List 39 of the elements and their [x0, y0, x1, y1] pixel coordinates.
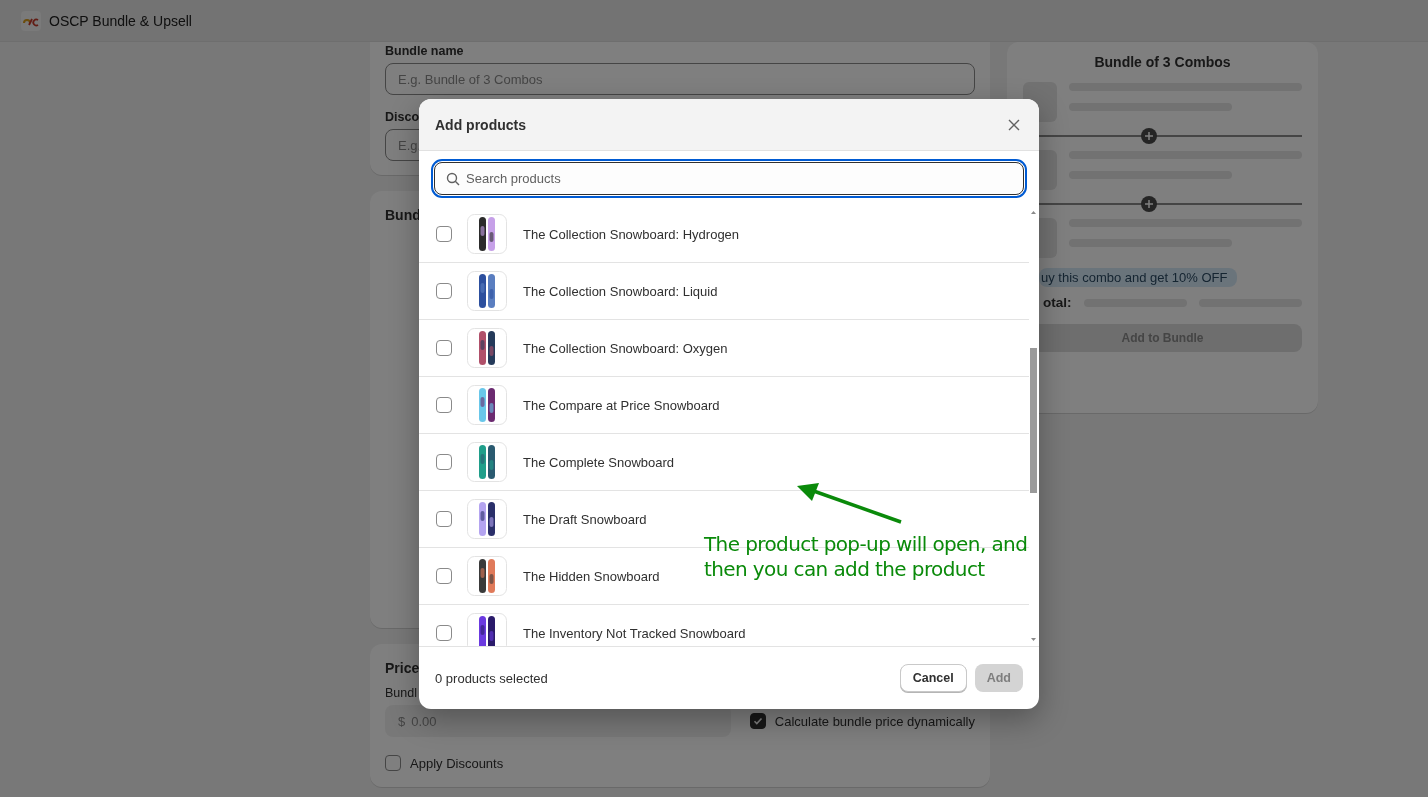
checkbox[interactable] — [436, 340, 452, 356]
checkbox[interactable] — [436, 625, 452, 641]
plus-icon — [1141, 196, 1157, 212]
checkbox[interactable] — [749, 713, 766, 729]
checkbox[interactable] — [436, 283, 452, 299]
product-name: The Hidden Snowboard — [523, 568, 660, 584]
checkbox[interactable] — [436, 397, 452, 413]
field-label: Disco — [385, 110, 420, 124]
search-icon — [446, 172, 460, 186]
offer-badge: uy this combo and get 10% OFF — [1039, 268, 1238, 287]
preview-title: Bundle of 3 Combos — [1094, 54, 1231, 70]
field-label: Bundle name — [385, 44, 464, 58]
product-name: The Draft Snowboard — [523, 511, 647, 527]
selection-count: 0 products selected — [435, 670, 548, 686]
product-name: The Collection Snowboard: Hydrogen — [523, 226, 740, 242]
cancel-button[interactable]: Cancel — [899, 664, 967, 692]
checkbox[interactable] — [436, 454, 452, 470]
checkbox[interactable] — [436, 226, 452, 242]
product-name: The Inventory Not Tracked Snowboard — [523, 625, 746, 641]
app-logo — [21, 10, 41, 31]
product-name: The Compare at Price Snowboard — [523, 397, 720, 413]
annotation-text: The product pop-up will open, and then you can add the product — [704, 532, 1029, 582]
field-label: Bundl — [385, 686, 417, 700]
total-label: otal: — [1043, 295, 1072, 310]
product-name: The Collection Snowboard: Liquid — [523, 283, 718, 299]
product-name: The Collection Snowboard: Oxygen — [523, 340, 728, 356]
card-title: Price — [385, 660, 420, 676]
plus-icon — [1141, 128, 1157, 144]
app-title: OSCP Bundle & Upsell — [49, 12, 192, 29]
checkbox-label: Calculate bundle price dynamically — [774, 713, 975, 729]
dialog-title: Add products — [435, 116, 526, 133]
search-field[interactable]: Search products — [434, 162, 1024, 195]
checkbox[interactable] — [436, 568, 452, 584]
checkbox[interactable] — [385, 755, 401, 771]
checkbox-label: Apply Discounts — [410, 755, 504, 771]
product-name: The Complete Snowboard — [523, 454, 675, 470]
checkmark-icon — [752, 716, 763, 726]
checkbox[interactable] — [436, 511, 452, 527]
bundle-name-field[interactable]: E.g. Bundle of 3 Combos — [385, 63, 975, 95]
